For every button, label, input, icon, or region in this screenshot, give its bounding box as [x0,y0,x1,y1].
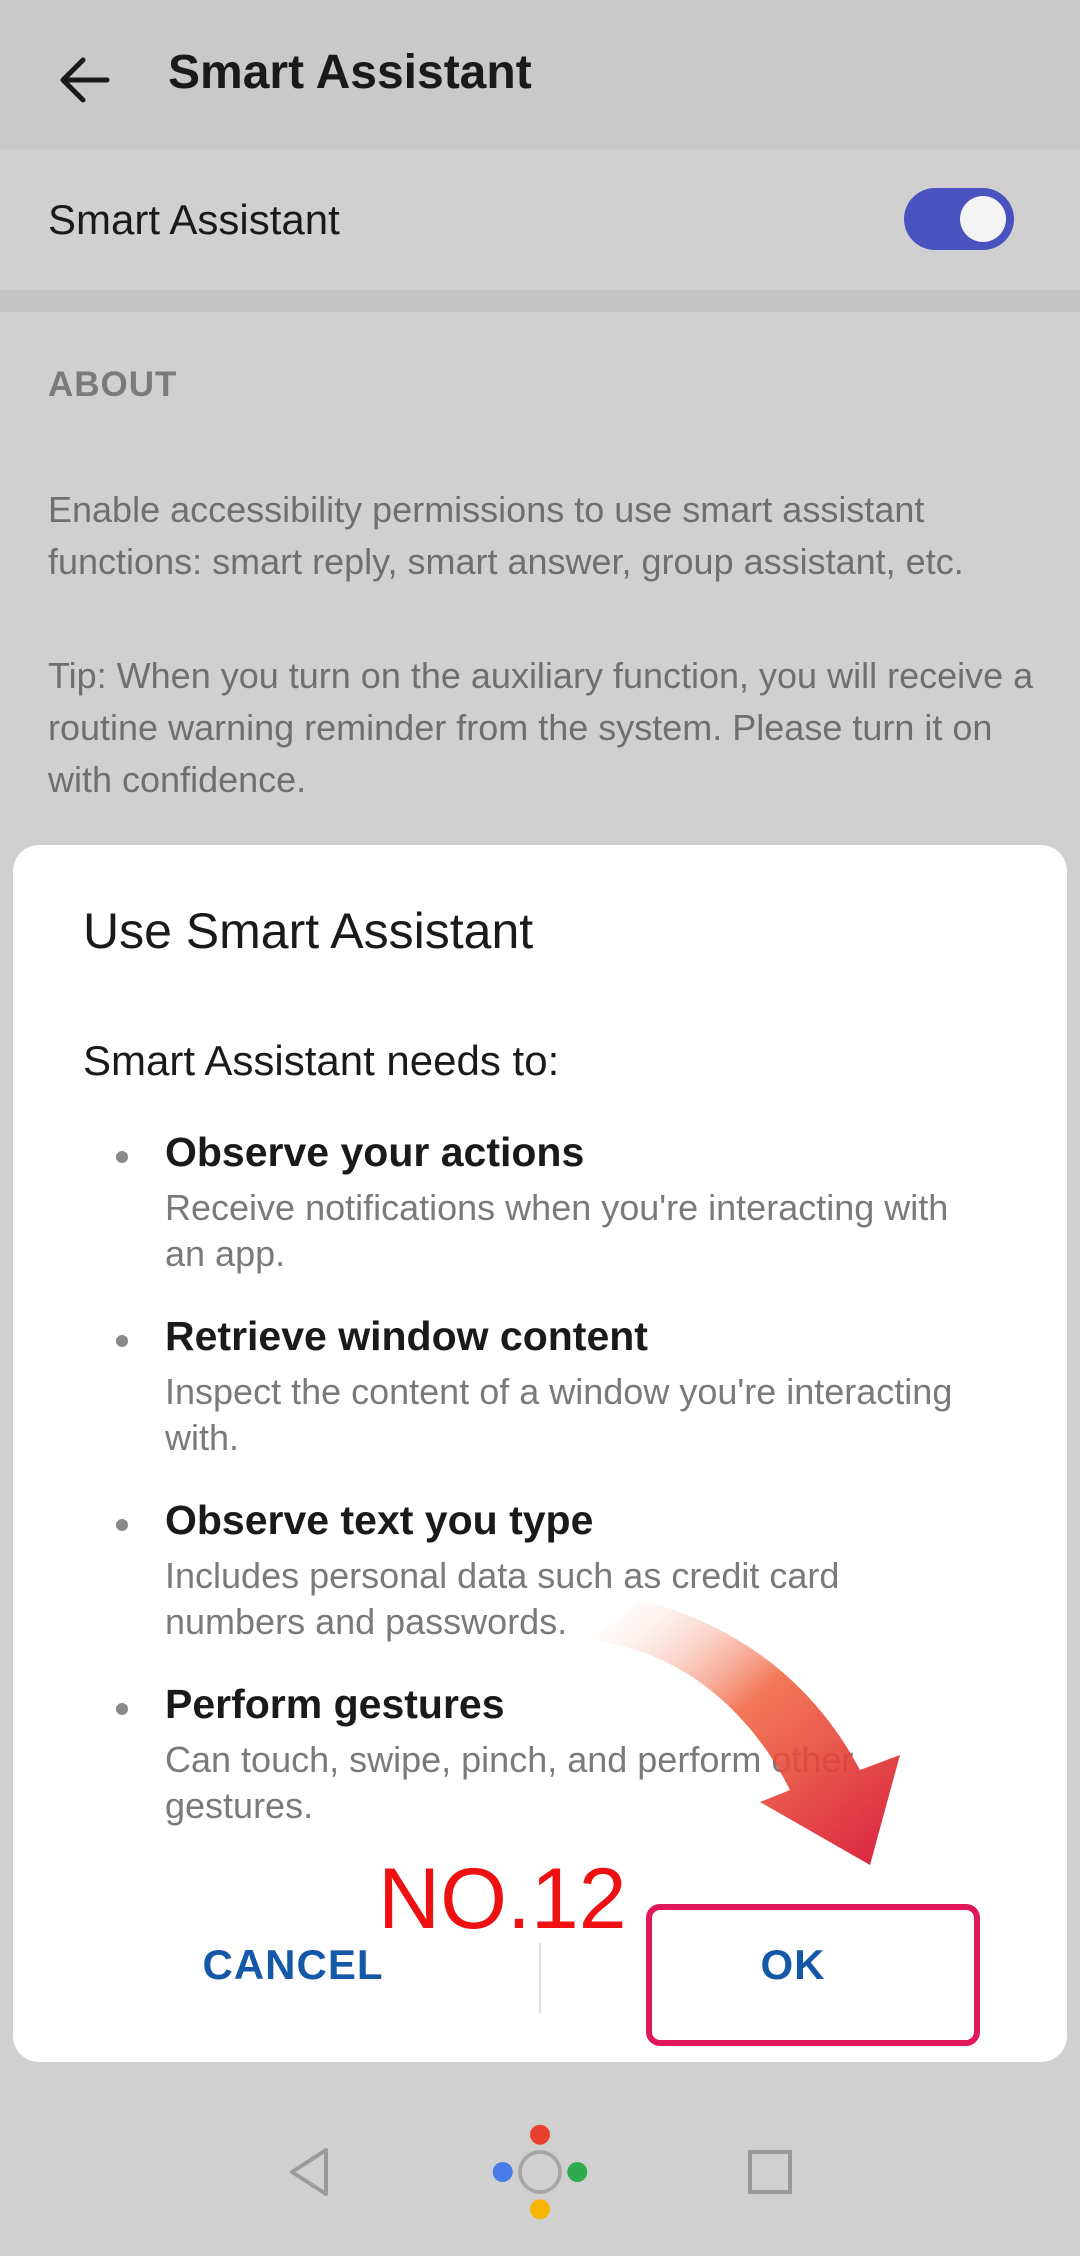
navigation-bar [0,2062,1080,2256]
nav-back-button[interactable] [260,2122,360,2222]
ok-highlight-box [646,1904,980,2046]
permission-title: Perform gestures [165,1681,505,1727]
permission-title: Observe text you type [165,1497,594,1543]
step-label: NO.12 [378,1851,627,1947]
permission-title: Retrieve window content [165,1313,648,1359]
screen: Smart Assistant Smart Assistant ABOUT En… [0,0,1080,2256]
page-title: Smart Assistant [168,46,532,99]
bullet-icon [116,1703,128,1715]
button-divider [539,1943,541,2013]
nav-home-button[interactable] [490,2122,590,2222]
dialog-title: Use Smart Assistant [83,903,534,959]
permission-description: Receive notifications when you're intera… [165,1187,949,1274]
pointer-arrow-icon [590,1600,900,1865]
about-description: Enable accessibility permissions to use … [48,489,964,582]
permission-description: Inspect the content of a window you're i… [165,1371,953,1458]
about-header: ABOUT [48,365,178,404]
back-button[interactable] [40,35,130,125]
home-assistant-icon [492,2124,588,2220]
smart-assistant-toggle[interactable] [904,188,1014,250]
toolbar: Smart Assistant [0,0,1080,150]
permission-title: Observe your actions [165,1129,585,1175]
toggle-knob [960,196,1006,242]
setting-label: Smart Assistant [48,196,340,243]
bullet-icon [116,1151,128,1163]
nav-recents-button[interactable] [720,2122,820,2222]
dialog-intro: Smart Assistant needs to: [83,1037,560,1084]
back-triangle-icon [290,2148,328,2196]
about-tip: Tip: When you turn on the auxiliary func… [48,655,1034,800]
recents-square-icon [748,2150,792,2194]
bullet-icon [116,1335,128,1347]
section-divider [0,290,1080,312]
bullet-icon [116,1519,128,1531]
arrow-left-icon [60,57,110,103]
